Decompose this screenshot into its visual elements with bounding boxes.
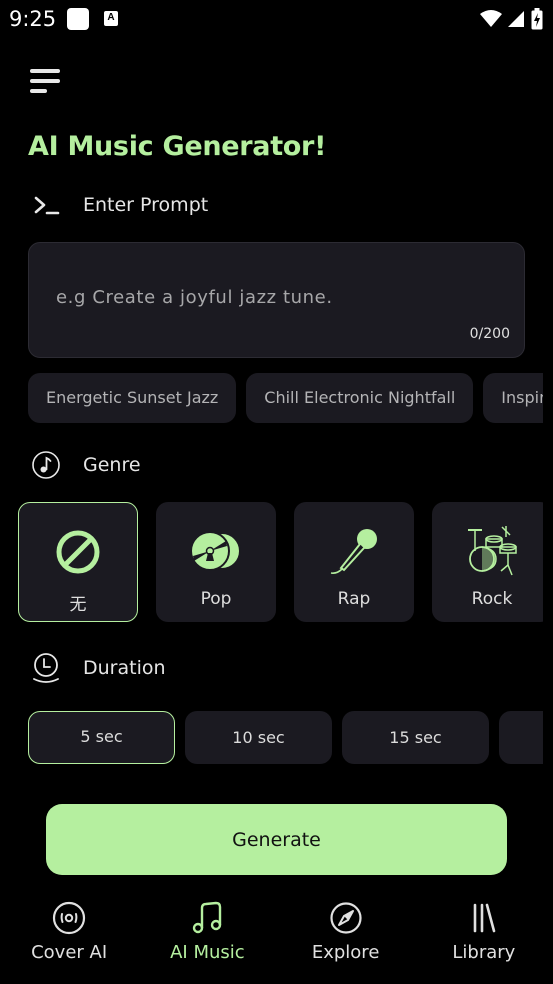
wifi-icon (480, 10, 502, 27)
genre-label: 无 (69, 595, 87, 615)
genre-card-pop[interactable]: Pop (156, 502, 276, 622)
notification-app-icon (67, 8, 89, 30)
menu-button[interactable] (28, 66, 64, 98)
clock-icon (30, 652, 62, 684)
prompt-input[interactable] (56, 287, 496, 308)
status-time: 9:25 (9, 7, 57, 31)
duration-option[interactable] (499, 711, 543, 764)
duration-option[interactable]: 15 sec (342, 711, 489, 764)
genre-card-rock[interactable]: Rock (432, 502, 543, 622)
duration-option[interactable]: 5 sec (28, 711, 175, 764)
genre-card-none[interactable]: 无 (18, 502, 138, 622)
hamburger-menu-icon-line (30, 89, 47, 93)
prompt-box[interactable]: 0/200 (28, 242, 525, 358)
generate-button[interactable]: Generate (46, 804, 507, 875)
genre-section-label: Genre (83, 454, 141, 476)
microphone-icon (327, 524, 381, 578)
genre-list: 无 Pop Rap Rock (18, 502, 543, 622)
compass-icon (328, 900, 364, 936)
nav-label: Cover AI (31, 942, 108, 963)
nav-item-ai-music[interactable]: AI Music (138, 893, 276, 984)
notification-a-icon: A (104, 11, 118, 26)
genre-card-rap[interactable]: Rap (294, 502, 414, 622)
terminal-prompt-icon (30, 189, 62, 221)
suggestion-chip[interactable]: Energetic Sunset Jazz (28, 373, 237, 423)
duration-section-label: Duration (83, 657, 166, 679)
status-icons (480, 8, 543, 30)
none-icon (51, 525, 105, 579)
signal-icon (508, 11, 524, 27)
status-bar: 9:25 A (0, 0, 553, 38)
nav-item-explore[interactable]: Explore (277, 893, 415, 984)
disc-icon (51, 900, 87, 936)
prompt-section-label: Enter Prompt (83, 194, 209, 216)
suggestion-chip[interactable]: Chill Electronic Nightfall (246, 373, 474, 423)
genre-label: Rock (471, 589, 513, 609)
music-note-circle-icon (30, 449, 62, 481)
nav-label: Explore (311, 942, 380, 963)
prompt-char-count: 0/200 (469, 326, 510, 342)
battery-charging-icon (531, 8, 543, 30)
nav-label: AI Music (170, 942, 245, 963)
nav-label: Library (452, 942, 516, 963)
hamburger-menu-icon-line (30, 79, 60, 83)
genre-section-header: Genre (30, 449, 141, 481)
nav-item-cover-ai[interactable]: Cover AI (0, 893, 138, 984)
drum-kit-icon (465, 524, 519, 578)
genre-label: Pop (200, 589, 232, 609)
library-icon (466, 900, 502, 936)
vinyl-disc-icon (189, 524, 243, 578)
genre-label: Rap (337, 589, 371, 609)
suggestion-chip[interactable]: Inspiring (483, 373, 543, 423)
page-title: AI Music Generator! (28, 131, 327, 162)
prompt-section-header: Enter Prompt (30, 189, 208, 221)
prompt-suggestions: Energetic Sunset Jazz Chill Electronic Ni… (28, 373, 543, 423)
duration-options: 5 sec 10 sec 15 sec (28, 711, 543, 764)
bottom-nav: Cover AI AI Music Explore Library (0, 893, 553, 984)
nav-item-library[interactable]: Library (415, 893, 553, 984)
duration-section-header: Duration (30, 652, 166, 684)
hamburger-menu-icon (30, 69, 60, 73)
duration-option[interactable]: 10 sec (185, 711, 332, 764)
music-note-icon (189, 900, 225, 936)
